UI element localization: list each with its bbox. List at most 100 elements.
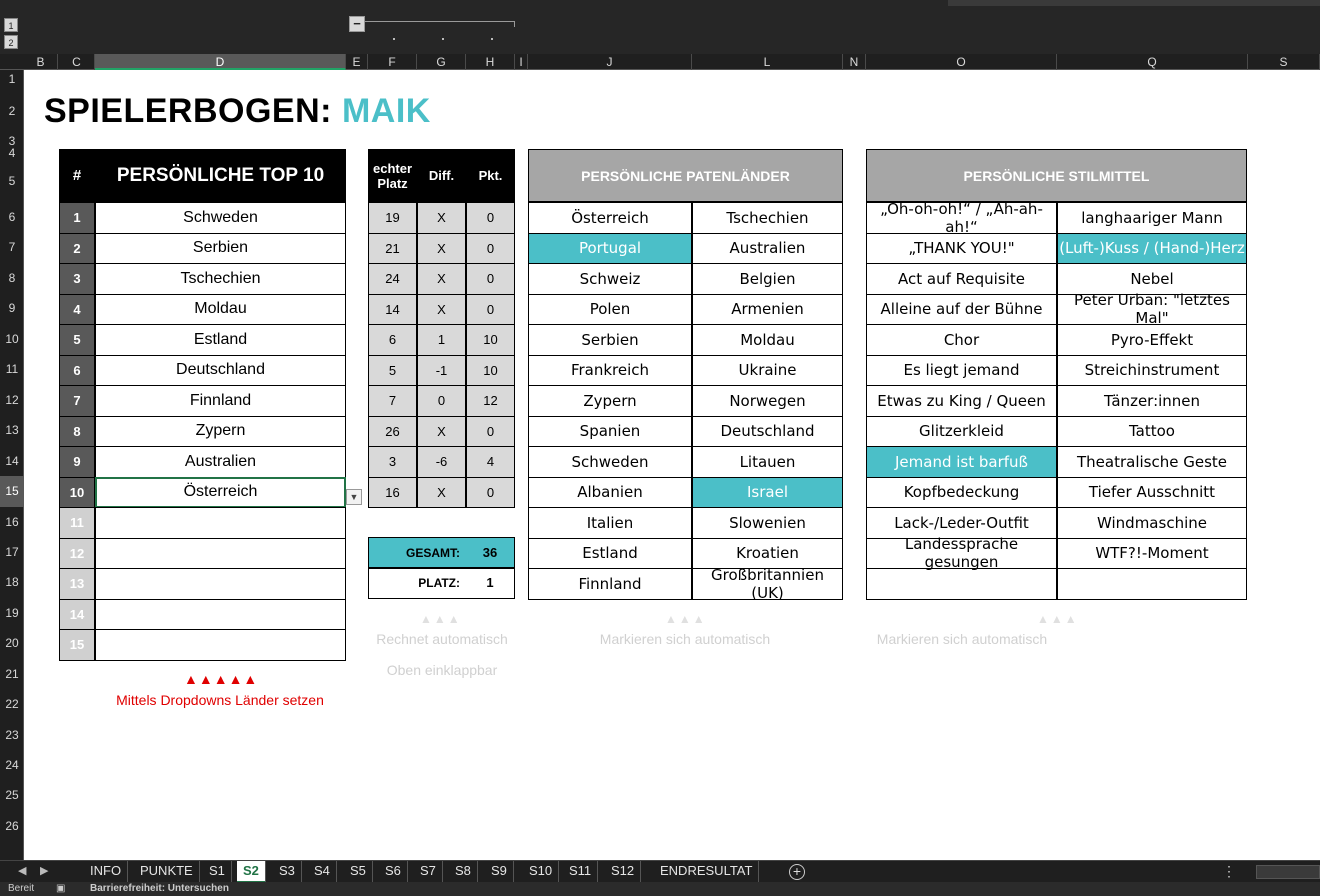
collapse-group-button[interactable]: − xyxy=(349,16,365,32)
column-header-l[interactable]: L xyxy=(692,54,843,70)
up-arrows-icon: ▲▲▲ xyxy=(665,612,707,626)
sheet-tab-s2[interactable]: S2 xyxy=(237,861,266,883)
row-header-16[interactable]: 16 xyxy=(0,507,24,537)
top10-country-cell[interactable] xyxy=(95,568,346,600)
top10-country-cell[interactable] xyxy=(95,537,346,569)
column-header-c[interactable]: C xyxy=(59,54,95,70)
row-header-9[interactable]: 9 xyxy=(0,293,24,324)
top10-country-cell[interactable]: Schweden xyxy=(95,202,346,234)
top10-country-cell[interactable]: Deutschland xyxy=(95,354,346,386)
group-bracket-end xyxy=(514,21,515,27)
rank-cell: 2 xyxy=(59,232,95,264)
row-header-17[interactable]: 17 xyxy=(0,537,24,567)
place-cell: 16 xyxy=(368,476,417,508)
outline-dot xyxy=(491,38,493,40)
sheet-tab-punkte[interactable]: PUNKTE xyxy=(134,861,200,883)
column-header-i[interactable]: I xyxy=(515,54,528,70)
column-header-s[interactable]: S xyxy=(1248,54,1320,70)
sheet-tab-s10[interactable]: S10 xyxy=(523,861,560,883)
column-header-o[interactable]: O xyxy=(866,54,1057,70)
column-header-j[interactable]: J xyxy=(528,54,692,70)
row-header-26[interactable]: 26 xyxy=(0,811,24,842)
top10-country-cell[interactable]: Estland xyxy=(95,324,346,356)
row-header-14[interactable]: 14 xyxy=(0,446,24,476)
scores-hint-2: Oben einklappbar xyxy=(386,662,498,678)
add-sheet-icon[interactable]: + xyxy=(789,864,805,880)
row-header-21[interactable]: 21 xyxy=(0,659,24,689)
column-header-b[interactable]: B xyxy=(24,54,58,70)
sheet-tab-s9[interactable]: S9 xyxy=(485,861,514,883)
sheet-tab-s7[interactable]: S7 xyxy=(414,861,443,883)
column-header-h[interactable]: H xyxy=(466,54,515,70)
paten-country-cell: Norwegen xyxy=(692,385,843,417)
horizontal-scrollbar[interactable] xyxy=(1256,865,1320,879)
diff-cell: -6 xyxy=(417,446,466,478)
row-header-8[interactable]: 8 xyxy=(0,263,24,293)
row-header-5[interactable]: 5 xyxy=(0,160,24,202)
diff-cell: 0 xyxy=(417,385,466,417)
column-header-g[interactable]: G xyxy=(417,54,466,70)
top10-country-cell[interactable]: Tschechien xyxy=(95,263,346,295)
top10-country-cell[interactable]: Australien xyxy=(95,446,346,478)
row-header-10[interactable]: 10 xyxy=(0,324,24,354)
next-sheet-icon[interactable]: ▶ xyxy=(40,864,48,877)
row-header-25[interactable]: 25 xyxy=(0,780,24,811)
sheet-tab-s5[interactable]: S5 xyxy=(344,861,373,883)
sheet-tab-info[interactable]: INFO xyxy=(84,861,129,883)
row-header-12[interactable]: 12 xyxy=(0,385,24,415)
top10-country-cell[interactable]: Zypern xyxy=(95,415,346,447)
column-header-q[interactable]: Q xyxy=(1057,54,1248,70)
sheet-tab-endresultat[interactable]: ENDRESULTAT xyxy=(654,861,760,883)
sheet-tab-s1[interactable]: S1 xyxy=(203,861,232,883)
column-header-d[interactable]: D xyxy=(95,54,346,70)
sheet-tab-s4[interactable]: S4 xyxy=(308,861,337,883)
row-header-18[interactable]: 18 xyxy=(0,567,24,598)
paten-country-cell: Schweiz xyxy=(528,263,692,295)
more-options-icon[interactable]: ⋮ xyxy=(1222,863,1236,880)
sheet-tab-s8[interactable]: S8 xyxy=(449,861,478,883)
top10-country-cell[interactable] xyxy=(95,598,346,630)
row-header-19[interactable]: 19 xyxy=(0,598,24,628)
top10-country-cell[interactable]: Moldau xyxy=(95,293,346,325)
stilmittel-cell: langhaariger Mann xyxy=(1057,202,1247,234)
row-header-23[interactable]: 23 xyxy=(0,720,24,750)
prev-sheet-icon[interactable]: ◀ xyxy=(18,864,26,877)
paten-country-cell: Zypern xyxy=(528,385,692,417)
accessibility-icon[interactable]: ▣ xyxy=(56,883,65,894)
row-header-15[interactable]: 15 xyxy=(0,476,24,507)
row-header-20[interactable]: 20 xyxy=(0,628,24,659)
sheet-tab-s12[interactable]: S12 xyxy=(605,861,642,883)
stil-hint: Markieren sich automatisch xyxy=(876,631,1048,647)
top10-country-cell[interactable] xyxy=(95,507,346,539)
dropdown-arrow-icon[interactable]: ▼ xyxy=(346,489,362,505)
row-header-7[interactable]: 7 xyxy=(0,232,24,263)
row-header-4[interactable]: 4 xyxy=(0,147,24,160)
outline-level-2-button[interactable]: 2 xyxy=(4,35,18,49)
paten-country-cell: Slowenien xyxy=(692,507,843,539)
stilmittel-cell xyxy=(866,568,1057,600)
row-header-1[interactable]: 1 xyxy=(0,70,24,88)
sheet-tab-s3[interactable]: S3 xyxy=(273,861,302,883)
stilmittel-cell: Lack-/Leder-Outfit xyxy=(866,507,1057,539)
sheet-tab-s6[interactable]: S6 xyxy=(379,861,408,883)
top10-country-cell[interactable]: Österreich xyxy=(95,476,346,508)
row-header-24[interactable]: 24 xyxy=(0,750,24,780)
place-value: 1 xyxy=(466,567,515,599)
row-header-13[interactable]: 13 xyxy=(0,415,24,446)
column-header-e[interactable]: E xyxy=(346,54,368,70)
top10-country-cell[interactable]: Serbien xyxy=(95,232,346,264)
points-cell: 4 xyxy=(466,446,515,478)
accessibility-status[interactable]: Barrierefreiheit: Untersuchen xyxy=(90,883,229,894)
row-header-22[interactable]: 22 xyxy=(0,689,24,720)
sheet-tab-s11[interactable]: S11 xyxy=(563,861,599,883)
paten-country-cell: Österreich xyxy=(528,202,692,234)
row-header-2[interactable]: 2 xyxy=(0,88,24,135)
top10-country-cell[interactable]: Finnland xyxy=(95,385,346,417)
column-header-n[interactable]: N xyxy=(843,54,866,70)
top10-country-cell[interactable] xyxy=(95,629,346,661)
row-header-11[interactable]: 11 xyxy=(0,354,24,385)
outline-level-1-button[interactable]: 1 xyxy=(4,18,18,32)
column-header-f[interactable]: F xyxy=(368,54,417,70)
row-header-6[interactable]: 6 xyxy=(0,202,24,232)
diff-cell: X xyxy=(417,476,466,508)
